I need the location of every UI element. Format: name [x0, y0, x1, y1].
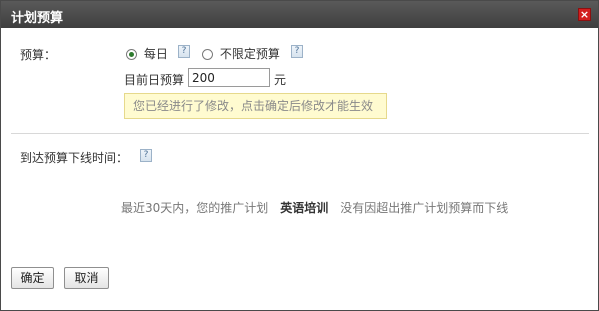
help-icon[interactable]: ? [291, 45, 303, 58]
daily-budget-label: 目前日预算 [124, 73, 185, 87]
offline-status-prefix: 最近30天内，您的推广计划 [121, 201, 269, 215]
dialog-titlebar: 计划预算 × [1, 1, 598, 28]
currency-unit: 元 [274, 73, 287, 87]
help-icon[interactable]: ? [140, 149, 152, 162]
change-notice: 您已经进行了修改，点击确定后修改才能生效 [124, 93, 387, 119]
offline-time-label: 到达预算下线时间： [20, 151, 129, 165]
daily-budget-input[interactable] [188, 68, 270, 87]
dialog-title: 计划预算 [11, 11, 64, 26]
radio-icon[interactable] [202, 49, 213, 60]
plan-name: 英语培训 [280, 201, 329, 215]
budget-label: 预算： [20, 48, 57, 62]
offline-status: 最近30天内，您的推广计划 英语培训 没有因超出推广计划预算而下线 [121, 199, 508, 216]
radio-unlimited[interactable]: 不限定预算 [202, 45, 280, 62]
radio-daily-label: 每日 [143, 47, 168, 61]
cancel-button[interactable]: 取消 [64, 267, 109, 289]
radio-unlimited-label: 不限定预算 [219, 47, 280, 61]
offline-status-suffix: 没有因超出推广计划预算而下线 [340, 201, 509, 215]
confirm-button[interactable]: 确定 [11, 267, 54, 289]
close-icon[interactable]: × [578, 8, 591, 21]
radio-daily[interactable]: 每日 [126, 45, 168, 62]
help-icon[interactable]: ? [178, 45, 190, 58]
divider [11, 133, 589, 134]
budget-dialog: 计划预算 × 预算： 每日 ? 不限定预算 ? 目前日预算 元 您已经进行了修改… [0, 0, 599, 311]
radio-icon[interactable] [126, 49, 137, 60]
